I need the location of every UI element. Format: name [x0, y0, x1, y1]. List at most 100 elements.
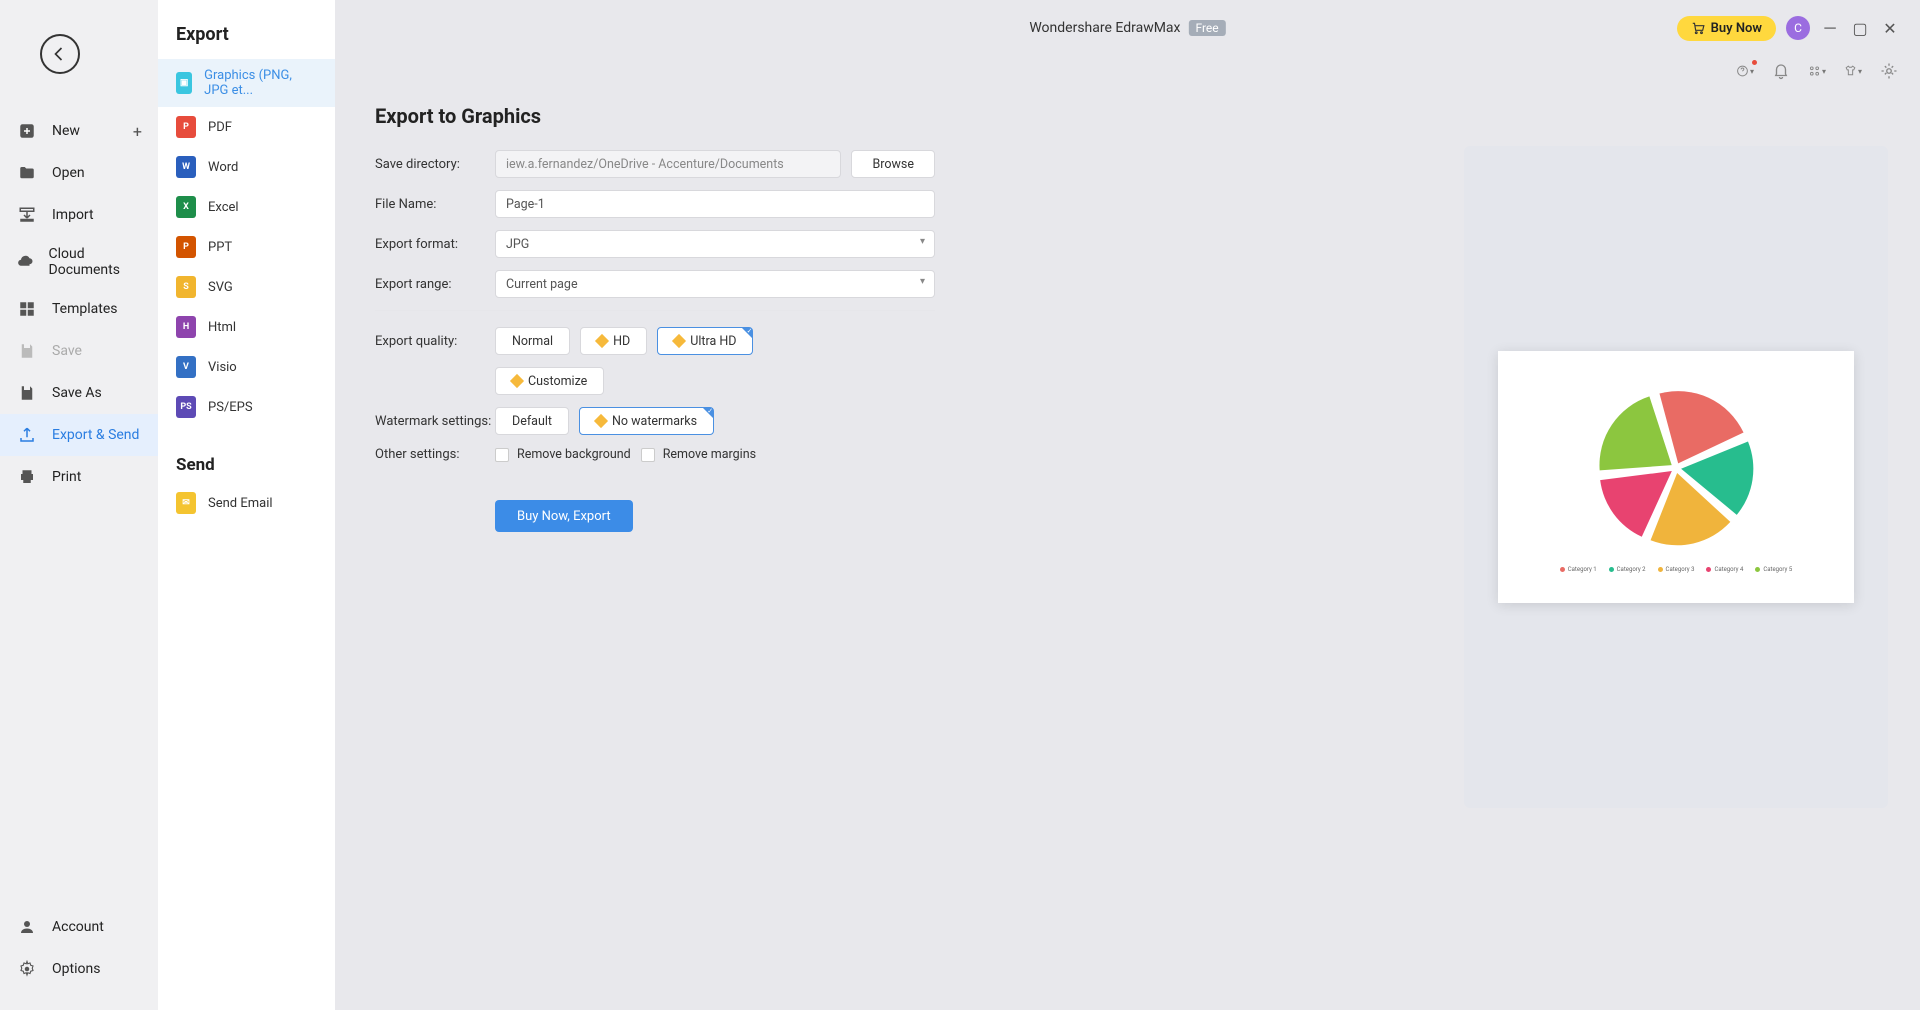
legend-item: Category 3: [1658, 566, 1695, 573]
pie-chart: [1590, 382, 1762, 554]
format-graphics[interactable]: ▣Graphics (PNG, JPG et...: [158, 59, 335, 107]
legend-item: Category 2: [1609, 566, 1646, 573]
quality-customize[interactable]: Customize: [495, 367, 604, 395]
format-select[interactable]: JPG: [495, 230, 935, 258]
file-name-label: File Name:: [375, 197, 495, 212]
nav-import[interactable]: Import: [0, 194, 158, 236]
format-svg[interactable]: SSVG: [158, 267, 335, 307]
nav-label: Save: [52, 343, 82, 359]
apps-icon[interactable]: ▾: [1808, 62, 1826, 80]
image-file-icon: ▣: [176, 72, 192, 94]
legend-item: Category 1: [1560, 566, 1597, 573]
nav-new[interactable]: New +: [0, 110, 158, 152]
word-file-icon: W: [176, 156, 196, 178]
format-pdf[interactable]: PPDF: [158, 107, 335, 147]
format-label: Export format:: [375, 237, 495, 252]
nav-label: Options: [52, 961, 100, 977]
add-icon[interactable]: +: [133, 122, 142, 141]
account-icon: [16, 916, 38, 938]
close-button[interactable]: ✕: [1880, 18, 1900, 38]
maximize-button[interactable]: ▢: [1850, 18, 1870, 38]
nav-save: Save: [0, 330, 158, 372]
export-button[interactable]: Buy Now, Export: [495, 500, 633, 532]
chart-legend: Category 1 Category 2 Category 3 Category 4…: [1560, 566, 1792, 573]
bell-icon[interactable]: [1772, 62, 1790, 80]
preview-area: Category 1 Category 2 Category 3 Category 4…: [1464, 146, 1888, 808]
diamond-icon: [672, 334, 686, 348]
nav-label: Save As: [52, 385, 102, 401]
excel-file-icon: X: [176, 196, 196, 218]
nav-label: Export & Send: [52, 427, 139, 443]
legend-item: Category 4: [1706, 566, 1743, 573]
browse-button[interactable]: Browse: [851, 150, 935, 178]
nav-export-send[interactable]: Export & Send: [0, 414, 158, 456]
nav-label: Account: [52, 919, 104, 935]
quality-ultra-hd[interactable]: Ultra HD: [657, 327, 753, 355]
shirt-icon[interactable]: ▾: [1844, 62, 1862, 80]
help-icon[interactable]: ▾: [1736, 62, 1754, 80]
file-name-field[interactable]: Page-1: [495, 190, 935, 218]
nav-templates[interactable]: Templates: [0, 288, 158, 330]
nav-save-as[interactable]: Save As: [0, 372, 158, 414]
preview-canvas: Category 1 Category 2 Category 3 Category 4…: [1498, 351, 1854, 603]
save-dir-field[interactable]: iew.a.fernandez/OneDrive - Accenture/Doc…: [495, 150, 841, 178]
watermark-none[interactable]: No watermarks: [579, 407, 714, 435]
form-heading: Export to Graphics: [375, 104, 935, 128]
buy-now-button[interactable]: Buy Now: [1677, 16, 1776, 41]
nav-cloud[interactable]: Cloud Documents: [0, 236, 158, 288]
settings-icon[interactable]: [1880, 62, 1898, 80]
send-email[interactable]: ✉Send Email: [158, 483, 335, 523]
free-badge: Free: [1189, 20, 1226, 36]
nav-label: Open: [52, 165, 85, 181]
folder-icon: [16, 162, 38, 184]
avatar[interactable]: C: [1786, 16, 1810, 40]
quality-hd[interactable]: HD: [580, 327, 647, 355]
cloud-icon: [16, 251, 35, 273]
pdf-file-icon: P: [176, 116, 196, 138]
back-button[interactable]: [40, 34, 80, 74]
nav-open[interactable]: Open: [0, 152, 158, 194]
nav-account[interactable]: Account: [0, 906, 158, 948]
export-form: Export to Graphics Save directory: iew.a…: [375, 104, 935, 532]
print-icon: [16, 466, 38, 488]
range-select[interactable]: Current page: [495, 270, 935, 298]
visio-file-icon: V: [176, 356, 196, 378]
other-label: Other settings:: [375, 447, 495, 462]
nav-print[interactable]: Print: [0, 456, 158, 498]
templates-icon: [16, 298, 38, 320]
nav-label: New: [52, 123, 80, 139]
nav-label: Cloud Documents: [49, 246, 142, 278]
nav-options[interactable]: Options: [0, 948, 158, 990]
import-icon: [16, 204, 38, 226]
quality-normal[interactable]: Normal: [495, 327, 570, 355]
format-excel[interactable]: XExcel: [158, 187, 335, 227]
divider: [375, 310, 935, 311]
format-word[interactable]: WWord: [158, 147, 335, 187]
save-dir-label: Save directory:: [375, 157, 495, 172]
save-as-icon: [16, 382, 38, 404]
ps-file-icon: PS: [176, 396, 196, 418]
nav-label: Import: [52, 207, 94, 223]
svg-file-icon: S: [176, 276, 196, 298]
minimize-button[interactable]: ─: [1820, 18, 1840, 38]
nav-label: Templates: [52, 301, 118, 317]
save-icon: [16, 340, 38, 362]
format-html[interactable]: HHtml: [158, 307, 335, 347]
export-heading: Export: [158, 18, 335, 59]
format-visio[interactable]: VVisio: [158, 347, 335, 387]
watermark-default[interactable]: Default: [495, 407, 569, 435]
legend-item: Category 5: [1755, 566, 1792, 573]
export-format-panel: Export ▣Graphics (PNG, JPG et... PPDF WW…: [158, 0, 335, 1010]
diamond-icon: [510, 374, 524, 388]
plus-square-icon: [16, 120, 38, 142]
export-icon: [16, 424, 38, 446]
quality-label: Export quality:: [375, 334, 495, 349]
format-ps[interactable]: PSPS/EPS: [158, 387, 335, 427]
gear-icon: [16, 958, 38, 980]
format-ppt[interactable]: PPPT: [158, 227, 335, 267]
ppt-file-icon: P: [176, 236, 196, 258]
diamond-icon: [594, 414, 608, 428]
remove-margins-checkbox[interactable]: Remove margins: [641, 447, 756, 462]
range-label: Export range:: [375, 277, 495, 292]
remove-bg-checkbox[interactable]: Remove background: [495, 447, 631, 462]
